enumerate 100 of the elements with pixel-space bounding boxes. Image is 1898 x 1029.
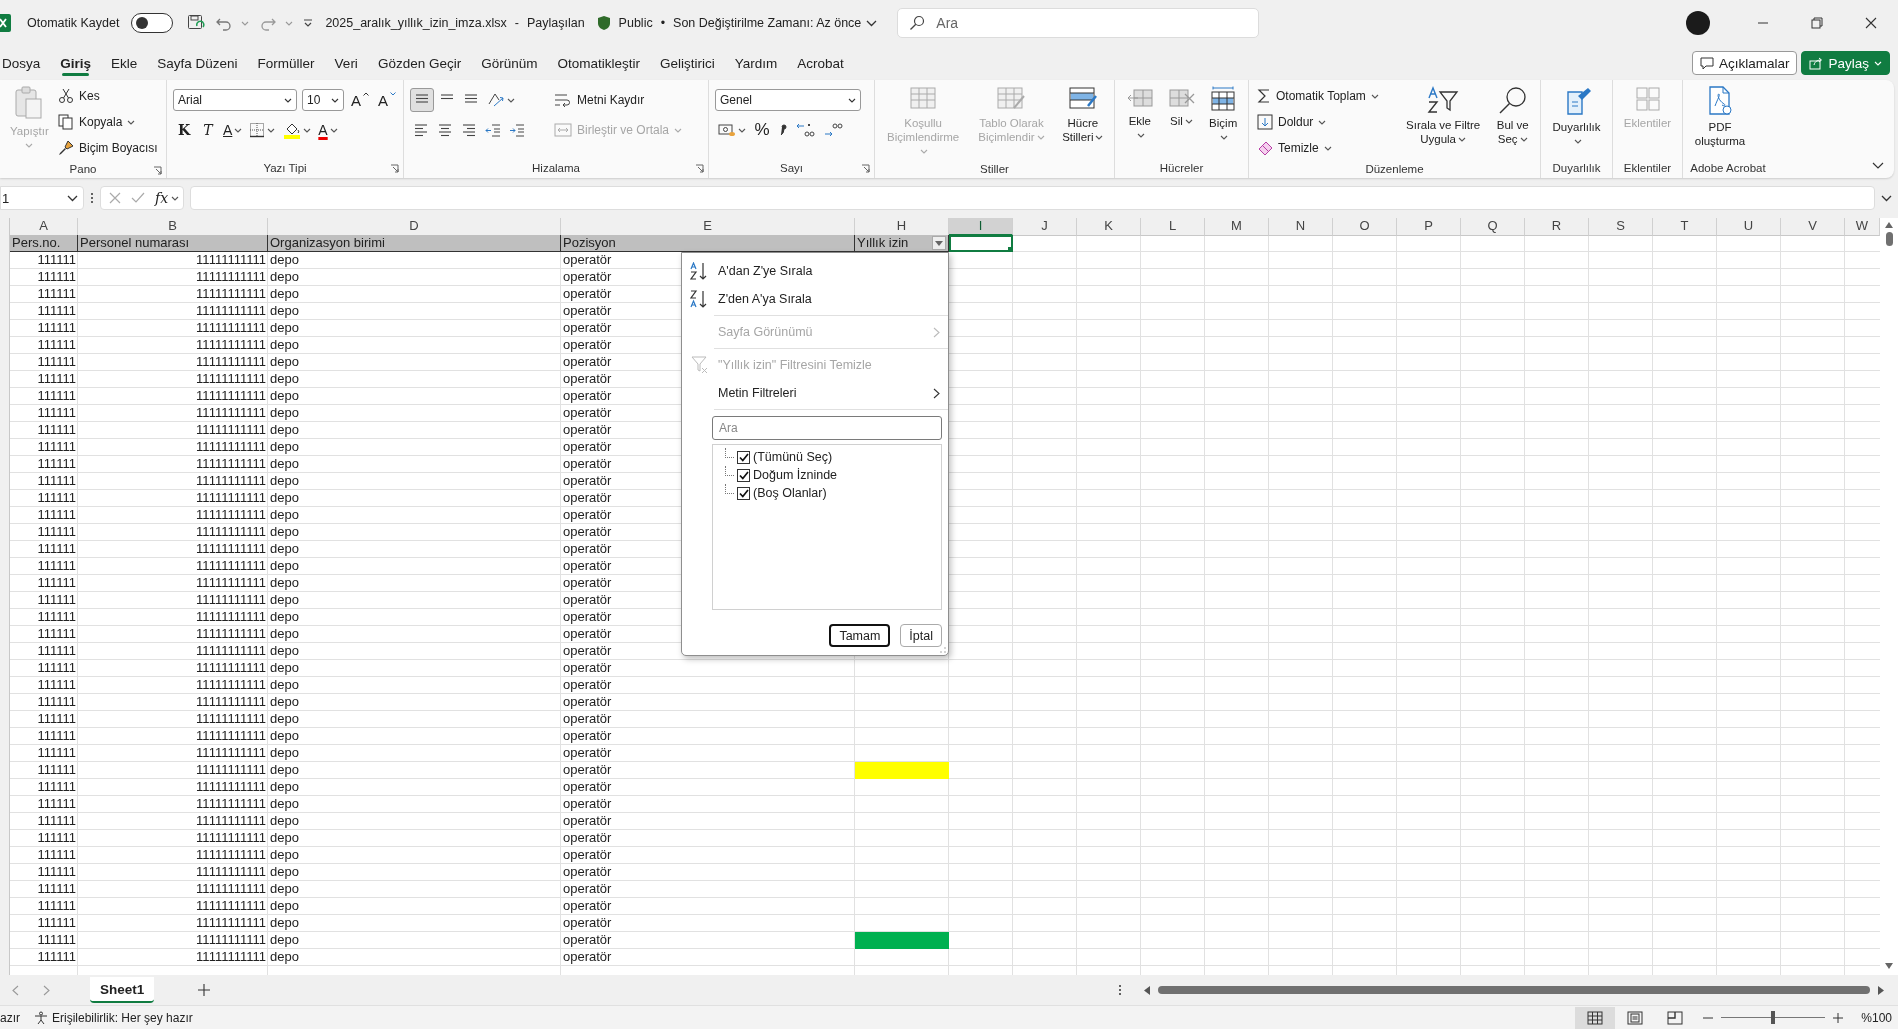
scroll-right-icon[interactable] xyxy=(1878,985,1884,995)
delete-button[interactable]: Sil xyxy=(1162,84,1201,130)
autosave-toggle[interactable] xyxy=(131,13,174,33)
menu-item[interactable]: A'dan Z'ye Sırala xyxy=(682,257,948,285)
zoom-level[interactable]: %100 xyxy=(1861,1010,1892,1025)
fill-button[interactable]: Doldur xyxy=(1255,110,1395,134)
expand-formula-bar-icon[interactable] xyxy=(1881,194,1892,202)
restore-icon[interactable] xyxy=(1811,17,1823,29)
checkbox[interactable] xyxy=(737,486,750,500)
collapse-ribbon-icon[interactable] xyxy=(1872,162,1884,170)
sort-filter-button[interactable]: Sırala ve Filtre Uygula xyxy=(1398,84,1488,148)
dialog-launcher-icon[interactable] xyxy=(695,164,704,173)
menu-tab[interactable]: Görünüm xyxy=(471,49,548,77)
user-avatar[interactable] xyxy=(1686,11,1710,35)
menu-tab[interactable]: Sayfa Düzeni xyxy=(147,49,248,77)
grow-font-button[interactable]: A xyxy=(349,89,371,111)
more-options-icon[interactable] xyxy=(1118,984,1122,996)
cell-styles-button[interactable]: Hücre Stilleri xyxy=(1057,84,1108,146)
zoom-slider-thumb[interactable] xyxy=(1771,1011,1776,1024)
font-size-combo[interactable]: 10 xyxy=(302,89,344,111)
scroll-up-icon[interactable] xyxy=(1885,222,1893,228)
menu-item[interactable]: Metin Filtreleri xyxy=(682,379,948,407)
column-header[interactable]: O xyxy=(1333,218,1397,236)
percent-button[interactable]: % xyxy=(751,119,773,141)
menu-tab[interactable]: Gözden Geçir xyxy=(367,49,472,77)
align-right-icon[interactable] xyxy=(461,122,477,138)
check-icon[interactable] xyxy=(131,192,145,204)
accessibility-status[interactable]: Erişilebilirlik: Her şey hazır xyxy=(34,1010,193,1025)
save-icon[interactable] xyxy=(187,14,206,32)
menu-item[interactable]: Z'den A'ya Sırala xyxy=(682,285,948,313)
scrollbar-thumb[interactable] xyxy=(1158,986,1870,994)
find-select-button[interactable]: Bul ve Seç xyxy=(1491,84,1534,148)
increase-decimal-icon[interactable] xyxy=(796,122,816,138)
scroll-down-icon[interactable] xyxy=(1885,963,1893,969)
cancel-button[interactable]: İptal xyxy=(900,624,942,647)
more-options-icon[interactable] xyxy=(90,192,94,204)
bold-button[interactable]: K xyxy=(173,119,195,141)
column-header[interactable]: J xyxy=(1013,218,1077,236)
format-button[interactable]: Biçim xyxy=(1204,84,1242,146)
view-button[interactable] xyxy=(1575,1006,1616,1029)
checkbox[interactable] xyxy=(737,468,750,482)
add-sheet-icon[interactable] xyxy=(198,984,211,996)
resize-grip-icon[interactable] xyxy=(940,647,946,653)
comments-button[interactable]: Açıklamalar xyxy=(1691,51,1798,75)
filter-search-field[interactable]: Ara xyxy=(712,416,942,440)
column-header[interactable]: P xyxy=(1397,218,1461,236)
text-orientation-icon[interactable] xyxy=(487,92,505,108)
menu-tab[interactable]: Veri xyxy=(324,49,368,77)
copy-button[interactable]: Kopyala xyxy=(56,110,160,134)
create-pdf-button[interactable]: PDF oluşturma xyxy=(1689,84,1751,150)
column-header[interactable]: Q xyxy=(1461,218,1525,236)
scrollbar-thumb[interactable] xyxy=(1885,232,1893,246)
column-header[interactable]: K xyxy=(1077,218,1141,236)
align-left-icon[interactable] xyxy=(413,122,429,138)
menu-tab[interactable]: Dosya xyxy=(0,49,51,77)
dialog-launcher-icon[interactable] xyxy=(153,166,162,175)
currency-icon[interactable] xyxy=(718,122,736,138)
menu-tab[interactable]: Giriş xyxy=(50,49,102,77)
font-combo[interactable]: Arial xyxy=(173,89,297,111)
underline-button[interactable]: A xyxy=(221,119,245,141)
sheet-tab[interactable]: Sheet1 xyxy=(90,977,155,1003)
font-color-button[interactable]: A xyxy=(316,119,340,141)
clear-button[interactable]: Temizle xyxy=(1255,136,1395,160)
active-cell[interactable] xyxy=(949,235,1013,252)
menu-tab[interactable]: Acrobat xyxy=(787,49,854,77)
wrap-text-button[interactable]: Metni Kaydır xyxy=(552,88,685,112)
modified-time[interactable]: Son Değiştirilme Zamanı: Az önce xyxy=(673,16,878,30)
search-field[interactable]: Ara xyxy=(897,8,1260,38)
formula-input[interactable] xyxy=(190,186,1875,210)
column-header[interactable]: I xyxy=(949,218,1013,236)
dialog-launcher-icon[interactable] xyxy=(861,164,870,173)
scroll-left-icon[interactable] xyxy=(1144,985,1150,995)
comma-style-icon[interactable] xyxy=(778,122,788,138)
column-header[interactable]: M xyxy=(1205,218,1269,236)
column-header[interactable]: S xyxy=(1589,218,1653,236)
column-header[interactable]: R xyxy=(1525,218,1589,236)
ok-button[interactable]: Tamam xyxy=(829,624,891,647)
zoom-in-icon[interactable] xyxy=(1833,1012,1844,1023)
menu-tab[interactable]: Geliştirici xyxy=(650,49,725,77)
shrink-font-button[interactable]: A xyxy=(376,89,399,111)
share-button[interactable]: Paylaş xyxy=(1801,51,1890,75)
number-format-combo[interactable]: Genel xyxy=(715,89,861,111)
filter-dropdown-button[interactable] xyxy=(932,236,946,250)
dialog-launcher-icon[interactable] xyxy=(390,164,399,173)
fill-color-icon[interactable] xyxy=(283,121,302,139)
column-header[interactable]: U xyxy=(1717,218,1781,236)
column-header[interactable]: L xyxy=(1141,218,1205,236)
column-header[interactable]: N xyxy=(1269,218,1333,236)
menu-tab[interactable]: Ekle xyxy=(101,49,148,77)
name-box[interactable]: 1 xyxy=(0,186,84,210)
column-header[interactable]: V xyxy=(1781,218,1845,236)
insert-function-button[interactable]: fx xyxy=(155,190,180,206)
insert-button[interactable]: Ekle xyxy=(1121,84,1159,144)
menu-tab[interactable]: Formüller xyxy=(247,49,325,77)
menu-tab[interactable]: Yardım xyxy=(724,49,788,77)
align-center-icon[interactable] xyxy=(437,122,453,138)
sensitivity-button[interactable]: Duyarlılık xyxy=(1547,84,1606,150)
decrease-decimal-icon[interactable] xyxy=(824,122,844,138)
menu-tab[interactable]: Otomatikleştir xyxy=(547,49,650,77)
column-header[interactable]: T xyxy=(1653,218,1717,236)
